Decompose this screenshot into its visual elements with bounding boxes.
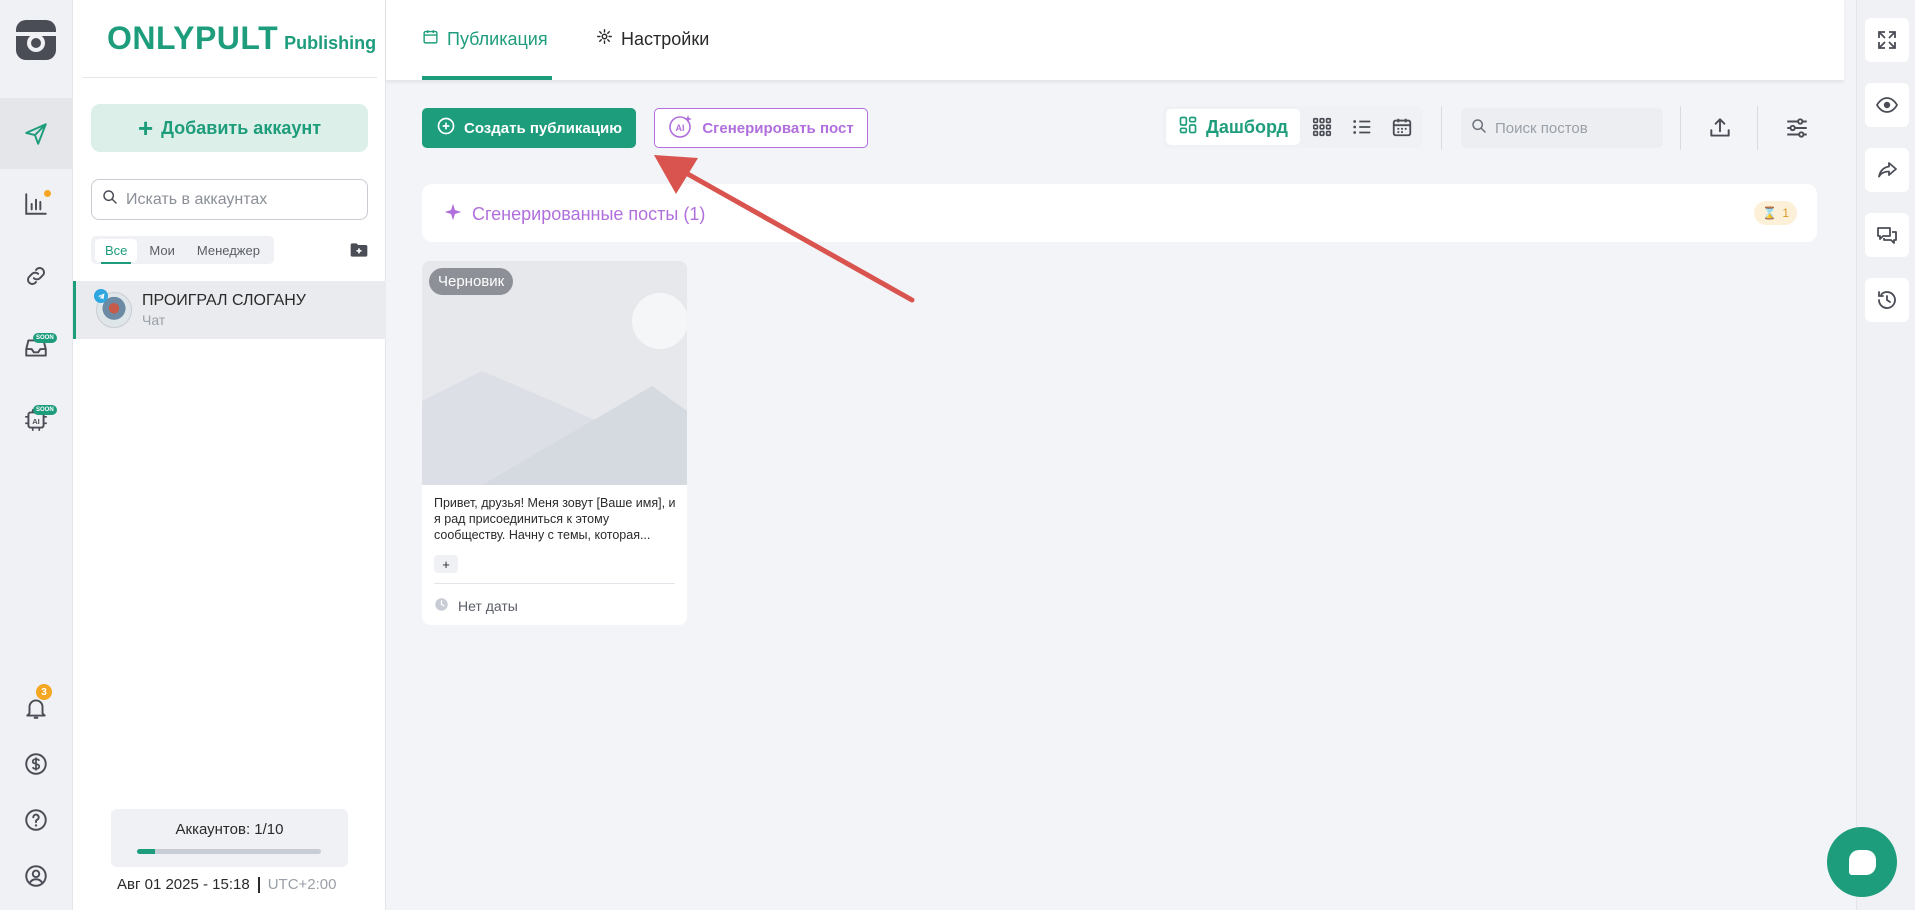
filter-tab-manager[interactable]: Менеджер [187,239,270,262]
list-icon[interactable] [1344,109,1380,145]
profile-icon[interactable] [20,860,52,892]
account-search-input[interactable] [126,190,356,209]
add-tag-button[interactable]: + [434,555,458,573]
post-date: Нет даты [434,597,518,615]
dollar-icon[interactable] [20,748,52,780]
toolbar-divider [1757,106,1758,150]
generate-post-label: Сгенерировать пост [702,119,854,137]
account-count: Аккаунтов: 1/10 [175,821,284,838]
link-icon[interactable] [20,260,52,292]
notification-count: 3 [36,684,52,700]
post-search-input[interactable] [1495,119,1655,137]
view-dashboard-label: Дашборд [1206,116,1288,137]
add-account-label: Добавить аккаунт [161,117,322,138]
clock-icon [434,597,449,615]
tab-settings-label: Настройки [621,28,710,49]
account-search[interactable] [91,179,368,220]
brand-logo: ONLYPULT Publishing [107,20,376,57]
app-logo-icon[interactable] [14,18,58,62]
datetime-text: Авг 01 2025 - 15:18 [117,876,250,893]
help-icon[interactable] [20,804,52,836]
brand-sub: Publishing [284,33,377,53]
card-divider [434,583,675,584]
account-name: ПРОИГРАЛ СЛОГАНУ [142,292,306,309]
plus-icon: + [137,113,154,143]
active-tab-indicator [422,76,552,80]
datetime-divider [257,876,260,893]
post-card[interactable]: Черновик Привет, друзья! Меня зовут [Ваш… [422,261,687,625]
accounts-sidebar: ONLYPULT Publishing + Добавить аккаунт В… [73,0,386,910]
generating-count: 1 [1782,206,1789,220]
tab-publishing[interactable]: Публикация [422,28,548,50]
soon-badge: SOON [33,405,57,415]
chat-icon [1848,849,1876,875]
svg-text:AI: AI [32,417,40,426]
filter-tab-mine[interactable]: Мои [139,239,184,262]
svg-text:AI: AI [676,123,685,133]
tab-publishing-label: Публикация [447,28,548,49]
upload-icon[interactable] [1704,112,1736,144]
add-account-button[interactable]: + Добавить аккаунт [91,104,368,152]
account-filter-tabs: Все Мои Менеджер [91,236,274,264]
view-switcher: Дашборд [1163,106,1423,148]
right-tools-rail [1856,0,1915,910]
post-date-text: Нет даты [458,598,518,614]
share-icon[interactable] [1865,148,1909,192]
toolbar-divider [1680,106,1681,150]
account-usage-fill [137,849,156,854]
expand-icon[interactable] [1865,18,1909,62]
generate-post-button[interactable]: AI Сгенерировать пост [654,108,868,148]
post-search[interactable] [1461,108,1663,148]
hourglass-icon: ⌛ [1762,206,1778,220]
search-icon [102,189,118,210]
toolbar-divider [1441,106,1442,150]
search-icon [1471,118,1487,139]
calendar-icon [422,28,439,50]
history-icon[interactable] [1865,278,1909,322]
create-publication-label: Создать публикацию [464,119,622,137]
annotation-arrow [654,155,915,303]
support-chat-button[interactable] [1827,827,1897,897]
icon-rail: SOON AI SOON 3 [0,0,73,910]
eye-icon[interactable] [1865,83,1909,127]
account-usage-box: Аккаунтов: 1/10 [111,809,348,867]
paper-plane-icon[interactable] [20,118,52,150]
tab-settings[interactable]: Настройки [596,28,709,50]
create-publication-button[interactable]: Создать публикацию [422,108,636,148]
soon-badge: SOON [33,333,57,343]
telegram-icon [94,289,108,303]
top-header: Публикация Настройки [386,0,1844,81]
account-type: Чат [142,312,166,328]
plus-circle-icon [436,116,456,140]
post-text-preview: Привет, друзья! Меня зовут [Ваше имя], и… [434,496,676,542]
post-status-badge: Черновик [429,268,514,295]
view-dashboard-button[interactable]: Дашборд [1166,109,1300,145]
account-list-item[interactable]: ПРОИГРАЛ СЛОГАНУ Чат [73,281,386,339]
ai-sparkle-icon: AI [668,113,694,143]
sidebar-divider [83,77,377,78]
comments-icon[interactable] [1865,213,1909,257]
filter-tab-all[interactable]: Все [95,238,138,264]
grid-icon[interactable] [1304,109,1340,145]
analytics-dot [44,190,51,197]
current-datetime: Авг 01 2025 - 15:18 UTC+2:00 [117,876,337,893]
account-usage-bar [137,849,321,854]
brand-name: ONLYPULT [107,20,279,56]
generating-badge: ⌛ 1 [1754,201,1797,225]
calendar-view-icon[interactable] [1384,109,1420,145]
timezone-text[interactable]: UTC+2:00 [268,876,337,893]
filter-sliders-icon[interactable] [1781,112,1813,144]
generated-posts-banner[interactable]: Сгенерированные посты (1) ⌛ 1 [422,184,1817,242]
gear-icon [596,28,613,50]
sparkle-icon [444,203,462,226]
add-folder-icon[interactable] [349,240,369,260]
dashboard-icon [1178,115,1198,140]
